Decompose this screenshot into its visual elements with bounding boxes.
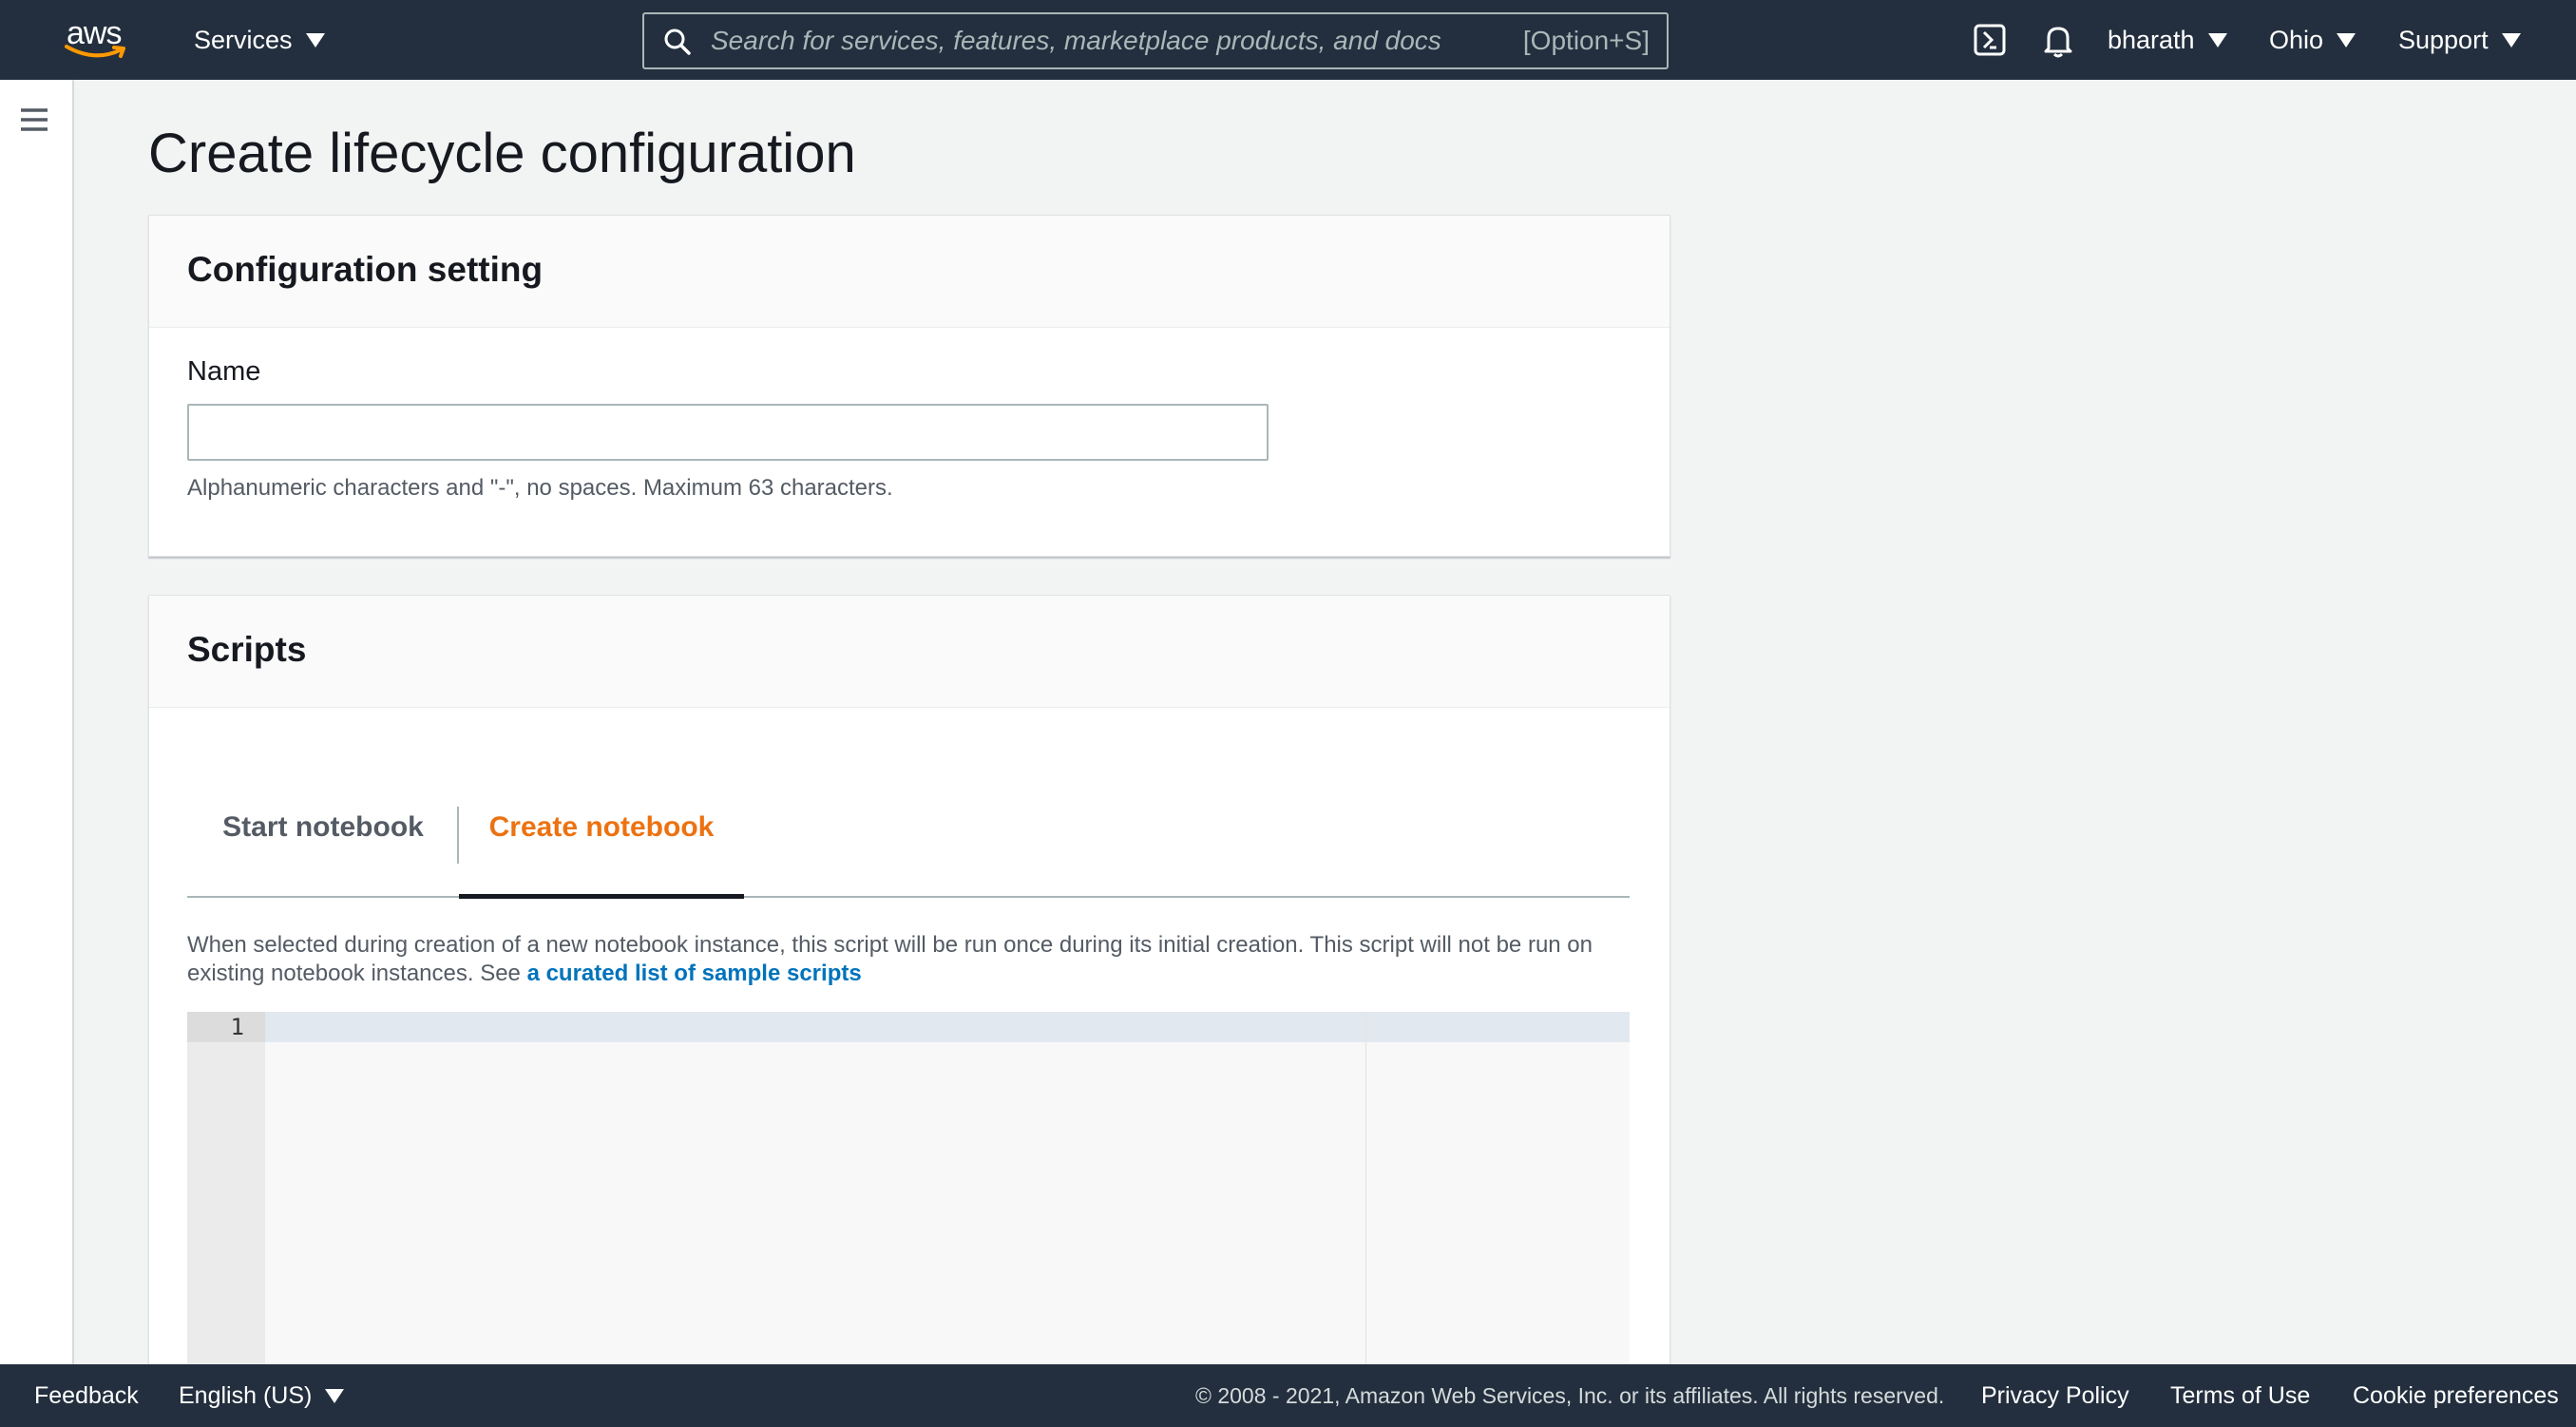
search-shortcut: [Option+S] (1522, 26, 1650, 55)
cloudshell-icon[interactable] (1973, 23, 2007, 57)
name-hint: Alphanumeric characters and "-", no spac… (187, 475, 893, 501)
bell-icon[interactable] (2041, 23, 2075, 59)
menu-icon[interactable] (19, 106, 49, 133)
panel-body: Start notebook Create notebook When sele… (149, 708, 1670, 1427)
services-label: Services (194, 25, 293, 54)
configuration-heading: Configuration setting (187, 250, 544, 289)
name-input[interactable] (187, 404, 1269, 461)
line-number: 1 (230, 1014, 244, 1040)
name-label: Name (187, 356, 261, 387)
search-icon (664, 29, 691, 55)
search-bar[interactable]: [Option+S] (642, 12, 1669, 69)
side-navigation-rail (0, 80, 74, 1364)
sample-scripts-link[interactable]: a curated list of sample scripts (527, 961, 862, 986)
footer: Feedback English (US) © 2008 - 2021, Ama… (0, 1364, 2576, 1427)
copyright-text: © 2008 - 2021, Amazon Web Services, Inc.… (1195, 1382, 1945, 1408)
user-name: bharath (2108, 25, 2195, 54)
script-tabs: Start notebook Create notebook (187, 757, 1630, 899)
user-menu[interactable]: bharath (2108, 0, 2227, 80)
script-description: When selected during creation of a new n… (187, 931, 1651, 988)
chevron-down-icon (2337, 32, 2357, 48)
active-tab-indicator (459, 894, 744, 899)
description-text: When selected during creation of a new n… (187, 932, 1593, 986)
panel-header: Configuration setting (149, 216, 1670, 328)
tab-create-notebook[interactable]: Create notebook (459, 757, 744, 898)
services-menu[interactable]: Services (194, 0, 325, 80)
chevron-down-icon (325, 1388, 345, 1403)
language-label: English (US) (179, 1381, 313, 1409)
region-name: Ohio (2269, 25, 2324, 54)
scripts-heading: Scripts (187, 630, 307, 669)
search-input[interactable] (711, 22, 1471, 60)
scripts-panel: Scripts Start notebook Create notebook W… (148, 595, 1670, 1427)
panel-body: Name Alphanumeric characters and "-", no… (149, 328, 1670, 556)
support-menu[interactable]: Support (2398, 0, 2521, 80)
top-navigation: aws Services [Option+S] bharath Ohio Sup (0, 0, 2576, 80)
feedback-link[interactable]: Feedback (34, 1364, 139, 1427)
terms-of-use-link[interactable]: Terms of Use (2170, 1364, 2310, 1427)
chevron-down-icon (2207, 32, 2227, 48)
chevron-down-icon (2501, 32, 2521, 48)
privacy-policy-link[interactable]: Privacy Policy (1981, 1364, 2129, 1427)
panel-header: Scripts (149, 596, 1670, 708)
tab-start-notebook[interactable]: Start notebook (187, 757, 459, 898)
page-title: Create lifecycle configuration (148, 123, 856, 184)
configuration-panel: Configuration setting Name Alphanumeric … (148, 215, 1670, 557)
region-menu[interactable]: Ohio (2269, 0, 2357, 80)
support-label: Support (2398, 25, 2489, 54)
aws-logo[interactable]: aws (65, 15, 133, 65)
chevron-down-icon (305, 32, 325, 48)
aws-smile-icon (65, 45, 125, 58)
cookie-preferences-link[interactable]: Cookie preferences (2353, 1364, 2559, 1427)
language-selector[interactable]: English (US) (179, 1364, 345, 1427)
